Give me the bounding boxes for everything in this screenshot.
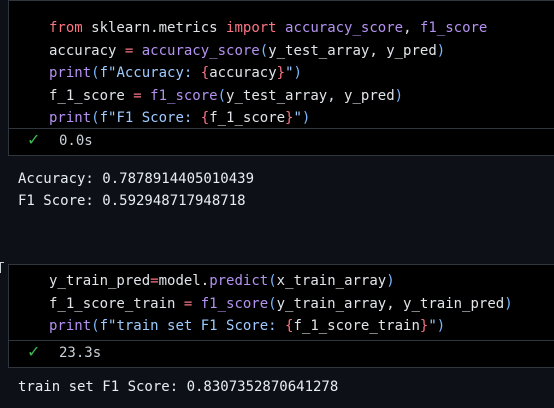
code-token: import — [217, 20, 277, 36]
code-token: f_1_score — [209, 110, 286, 126]
code-token: y_test_array — [226, 87, 328, 104]
code-line: print(f"F1 Score: {f_1_score}") — [49, 107, 487, 130]
code-token: f1_score — [419, 20, 488, 36]
code-token: accuracy — [209, 65, 277, 81]
code-token: ( — [91, 110, 100, 126]
code-token: y_train_array — [276, 295, 387, 312]
code-token: f_1_score — [49, 87, 125, 104]
code-token: = — [175, 295, 201, 312]
execution-time: 23.3s — [59, 345, 102, 361]
code-token: ) — [504, 295, 513, 312]
code-token: ) — [301, 110, 311, 126]
code-token: f"F1 Score: — [99, 110, 201, 126]
code-token: , — [369, 42, 387, 59]
code-token: f_1_score_train — [293, 318, 420, 334]
code-token: predict — [209, 273, 269, 289]
code-token: x_train_array — [276, 273, 387, 289]
code-token: { — [200, 110, 210, 126]
code-cell-1[interactable]: from sklearn.metrics import accuracy_sco… — [8, 0, 554, 156]
code-token: " — [428, 318, 437, 334]
code-token: y_pred — [386, 42, 437, 59]
code-token: ) — [436, 318, 446, 334]
code-token: model — [158, 273, 201, 289]
code-token: ( — [91, 318, 100, 334]
code-token: ( — [217, 87, 227, 104]
code-token: , — [403, 20, 420, 36]
code-token: y_train_pred — [403, 295, 505, 312]
code-editor[interactable]: y_train_pred=model.predict(x_train_array… — [49, 270, 513, 338]
code-line: accuracy = accuracy_score(y_test_array, … — [49, 40, 487, 63]
execution-status: ✓ 23.3s — [9, 340, 554, 367]
code-token: } — [276, 65, 286, 81]
cell-focus-marker — [0, 262, 4, 273]
execution-time: 0.0s — [59, 133, 93, 149]
code-token: = — [150, 273, 159, 289]
code-line: f_1_score = f1_score(y_test_array, y_pre… — [49, 85, 487, 108]
code-token: ( — [268, 295, 277, 312]
code-token: = — [116, 42, 142, 59]
code-token: ( — [91, 65, 100, 81]
cell-output: train set F1 Score: 0.8307352870641278 — [18, 379, 339, 395]
cell-output: Accuracy: 0.7878914405010439 F1 Score: 0… — [18, 171, 255, 209]
code-token: y_pred — [344, 87, 395, 104]
code-token: ( — [259, 42, 269, 59]
code-line: print(f"train set F1 Score: {f_1_score_t… — [49, 315, 513, 338]
code-line: from sklearn.metrics import accuracy_sco… — [49, 17, 487, 40]
code-token: " — [285, 65, 294, 81]
code-token: f"train set F1 Score: — [99, 318, 286, 334]
code-token: ) — [436, 42, 446, 59]
code-token: sklearn — [82, 20, 151, 36]
code-line: print(f"Accuracy: {accuracy}") — [49, 62, 487, 85]
code-token: print — [49, 318, 92, 334]
code-token: accuracy — [49, 42, 117, 59]
check-icon: ✓ — [27, 130, 41, 149]
code-cell-2[interactable]: y_train_pred=model.predict(x_train_array… — [8, 264, 554, 368]
code-token: = — [124, 87, 151, 104]
code-line: y_train_pred=model.predict(x_train_array… — [49, 270, 513, 293]
code-token: print — [49, 65, 92, 81]
code-token: , — [327, 87, 345, 104]
code-token: . — [150, 20, 159, 36]
code-token: ) — [394, 87, 404, 104]
code-token: ( — [268, 273, 277, 289]
code-line: f_1_score_train = f1_score(y_train_array… — [49, 293, 513, 316]
code-token: print — [49, 110, 92, 126]
code-token: from — [49, 20, 83, 36]
code-token: ) — [386, 273, 395, 289]
code-token: accuracy_score — [141, 42, 260, 59]
code-token: f1_score — [150, 87, 218, 104]
code-token: ) — [293, 65, 302, 81]
check-icon: ✓ — [27, 342, 41, 361]
code-token: y_train_pred — [49, 273, 151, 289]
execution-status: ✓ 0.0s — [9, 128, 554, 155]
code-token: f_1_score_train — [49, 295, 176, 312]
code-token: y_test_array — [268, 42, 370, 59]
code-token: accuracy_score — [276, 20, 404, 36]
code-token: metrics — [158, 20, 218, 36]
code-token: f1_score — [200, 295, 269, 312]
code-editor[interactable]: from sklearn.metrics import accuracy_sco… — [49, 17, 487, 130]
code-token: " — [293, 110, 302, 126]
code-token: { — [200, 65, 210, 81]
code-token: f"Accuracy: — [99, 65, 201, 81]
code-token: . — [200, 273, 210, 289]
code-token: , — [386, 295, 404, 312]
